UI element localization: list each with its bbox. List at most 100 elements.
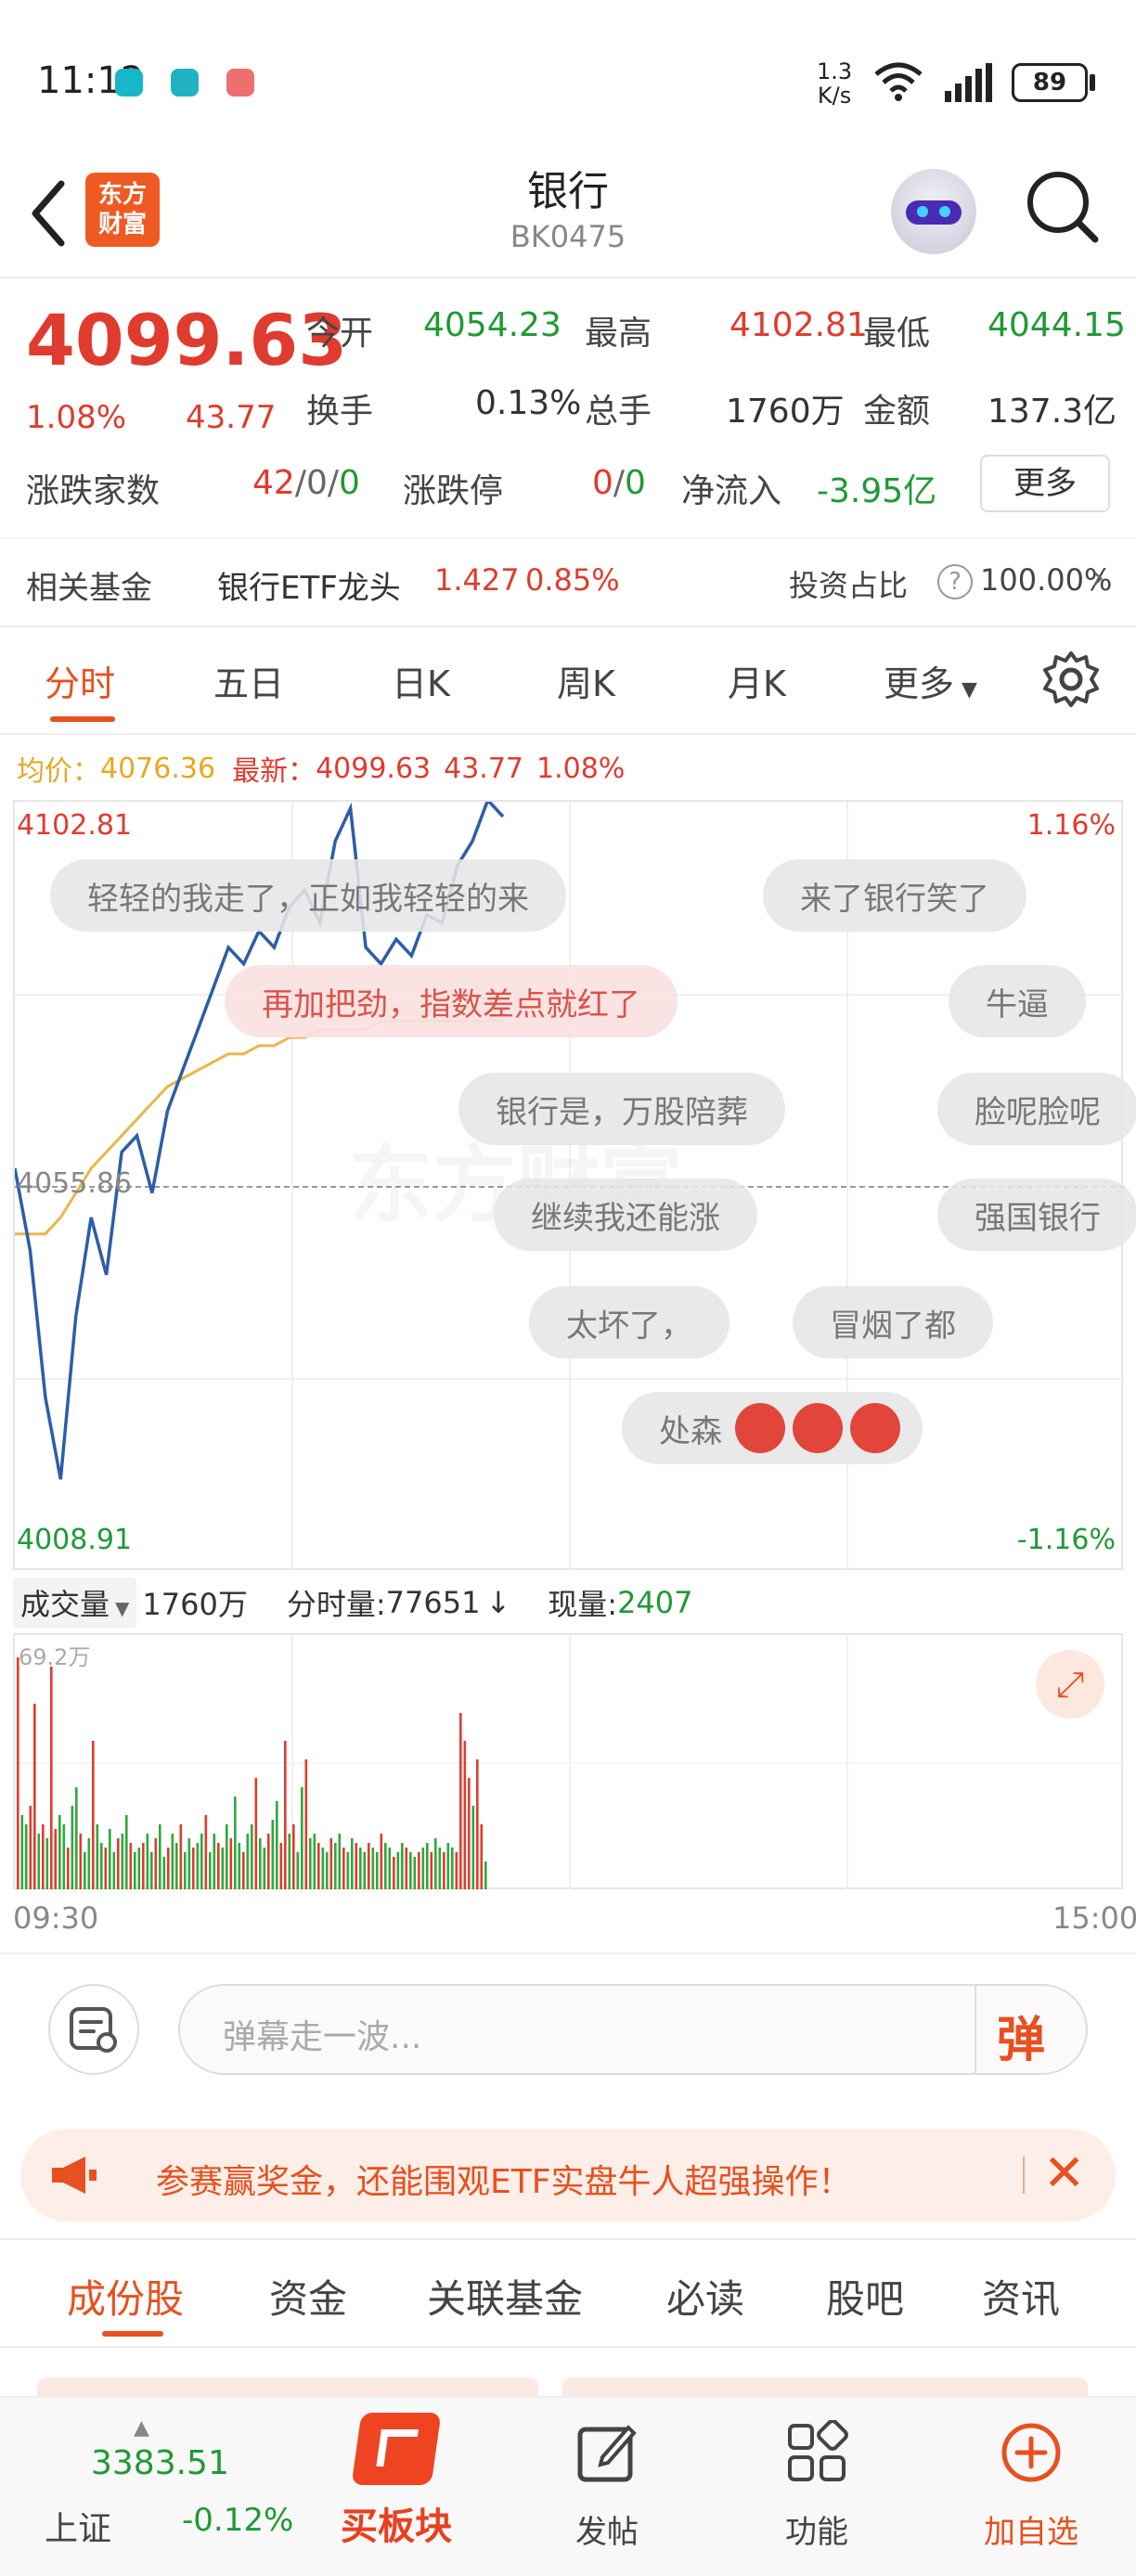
nav-functions[interactable]: 功能: [752, 2419, 882, 2552]
volume-bar: [351, 1838, 354, 1889]
volume-bar: [192, 1848, 195, 1889]
tab-five-day[interactable]: 五日: [213, 655, 284, 706]
fund-pct: 0.85%: [525, 562, 620, 598]
promo-banner[interactable]: 参赛赢奖金，还能围观ETF实盘牛人超强操作！ ✕: [20, 2129, 1116, 2222]
robot-avatar-icon[interactable]: [891, 169, 976, 254]
volume-bar: [175, 1843, 178, 1889]
volume-bar: [217, 1843, 220, 1889]
volume-bar: [246, 1834, 250, 1889]
danmaku-bubble[interactable]: 轻轻的我走了，正如我轻轻的来: [50, 859, 566, 932]
volume-bar: [368, 1843, 370, 1889]
danmaku-bubble[interactable]: 银行是，万股陪葬: [458, 1073, 785, 1145]
volume-bar: [401, 1843, 404, 1889]
tab-month-k[interactable]: 月K: [728, 655, 786, 706]
pct-axis-top: 1.16%: [1026, 809, 1116, 842]
volume-bar: [434, 1838, 437, 1889]
tab-related-funds[interactable]: 关联基金: [427, 2268, 583, 2325]
volume-bar: [267, 1834, 270, 1889]
volume-bar: [309, 1838, 312, 1889]
net-speed: 1.3 K/s: [817, 58, 853, 109]
nav-post[interactable]: 发帖: [542, 2420, 672, 2552]
danmaku-bubble[interactable]: 强国银行: [937, 1179, 1136, 1251]
tab-intraday[interactable]: 分时: [45, 655, 115, 706]
tab-more[interactable]: 更多 ▼: [884, 655, 977, 706]
volume-bar: [242, 1852, 245, 1889]
danmaku-input-placeholder: 弹幕走一波...: [223, 2018, 422, 2056]
low-label: 最低: [863, 315, 931, 353]
volume-bar: [371, 1848, 375, 1889]
volume-bar: [187, 1838, 191, 1889]
volume-chart: 69.2万 ⤢: [13, 1633, 1125, 1889]
volume-bar: [100, 1843, 103, 1889]
volume-label: 总手: [585, 393, 652, 431]
volume-bar: [288, 1834, 291, 1889]
app-notif-icon: [226, 69, 254, 97]
minute-volume-value: 77651: [385, 1585, 481, 1620]
tab-must-read[interactable]: 必读: [666, 2268, 744, 2325]
danmaku-bubble[interactable]: 冒烟了都: [793, 1286, 993, 1359]
volume-bar: [359, 1848, 362, 1889]
danmaku-input[interactable]: 弹幕走一波... 弹: [178, 1984, 1088, 2075]
open-value: 4054.23: [423, 306, 562, 344]
tab-day-k[interactable]: 日K: [392, 655, 450, 706]
volume-bar: [96, 1824, 99, 1889]
danmaku-bubble[interactable]: 太坏了，: [529, 1286, 729, 1359]
volume-bar: [229, 1838, 233, 1889]
volume-bar: [413, 1857, 417, 1889]
danmaku-send-button[interactable]: 弹: [997, 2001, 1045, 2070]
volume-bar: [50, 1667, 53, 1889]
danmaku-bubble[interactable]: 来了银行笑了: [763, 859, 1026, 932]
volume-bar: [129, 1843, 133, 1889]
help-icon[interactable]: ?: [937, 564, 973, 599]
danmaku-bubble[interactable]: 处森: [622, 1392, 923, 1464]
tab-news[interactable]: 资讯: [982, 2268, 1060, 2325]
battery-icon: 89: [1012, 63, 1088, 102]
search-icon[interactable]: [1025, 169, 1101, 245]
nav-buy-block[interactable]: 买板块: [327, 2413, 466, 2570]
close-icon[interactable]: ✕: [1043, 2144, 1085, 2202]
danmaku-bubble[interactable]: 继续我还能涨: [494, 1179, 757, 1251]
danmaku-bubble[interactable]: 牛逼: [949, 965, 1086, 1037]
volume-bar: [438, 1848, 442, 1889]
related-fund-label: 相关基金: [26, 570, 152, 607]
nav-add-watchlist[interactable]: 加自选: [962, 2420, 1101, 2552]
promo-text: 参赛赢奖金，还能围观ETF实盘牛人超强操作！: [156, 2163, 852, 2201]
tab-constituents[interactable]: 成份股: [67, 2268, 184, 2325]
volume-bar: [455, 1852, 458, 1889]
buy-block-label: 买板块: [341, 2505, 452, 2548]
volume-bar: [167, 1848, 170, 1889]
danmaku-list-button[interactable]: [48, 1984, 139, 2075]
invest-ratio-label: 投资占比: [789, 568, 909, 603]
fund-name[interactable]: 银行ETF龙头: [217, 562, 401, 608]
y-axis-bottom: 4008.91: [17, 1524, 133, 1556]
volume-bar: [279, 1843, 283, 1889]
settings-gear-icon[interactable]: [1041, 650, 1101, 709]
volume-bar: [75, 1787, 78, 1889]
volume-bar: [37, 1834, 41, 1889]
volume-bar: [58, 1815, 61, 1889]
volume-bar: [463, 1741, 467, 1889]
volume-bar: [221, 1848, 225, 1889]
danmaku-bubble[interactable]: 脸呢脸呢: [937, 1073, 1136, 1145]
expand-icon[interactable]: ⤢: [1036, 1650, 1104, 1719]
volume-bar: [92, 1741, 95, 1889]
volume-bar: [363, 1852, 367, 1889]
more-button[interactable]: 更多: [980, 455, 1110, 512]
volume-bar: [209, 1852, 212, 1889]
tab-forum[interactable]: 股吧: [826, 2268, 904, 2325]
tab-funds[interactable]: 资金: [269, 2268, 347, 2325]
volume-bar: [146, 1834, 149, 1889]
volume-selector[interactable]: 成交量 ▼: [13, 1578, 137, 1628]
danmaku-bubble[interactable]: 再加把劲，指数差点就红了: [225, 965, 678, 1037]
volume-bar: [326, 1852, 329, 1889]
volume-bar: [388, 1848, 392, 1889]
nav-index[interactable]: ▲ 3383.51 上证 -0.12%: [28, 2416, 293, 2565]
grid-icon: [788, 2419, 848, 2481]
bottom-nav: ▲ 3383.51 上证 -0.12% 买板块 发帖 功能 加自选: [0, 2396, 1136, 2576]
related-fund-row[interactable]: 相关基金 银行ETF龙头 1.427 0.85% 投资占比 ? 100.00% …: [0, 540, 1136, 625]
volume-bar: [405, 1848, 408, 1889]
tab-week-k[interactable]: 周K: [557, 655, 615, 706]
index-value: 3383.51: [91, 2444, 229, 2482]
amount-value: 137.3亿: [988, 393, 1117, 431]
volume-bar: [342, 1848, 345, 1889]
